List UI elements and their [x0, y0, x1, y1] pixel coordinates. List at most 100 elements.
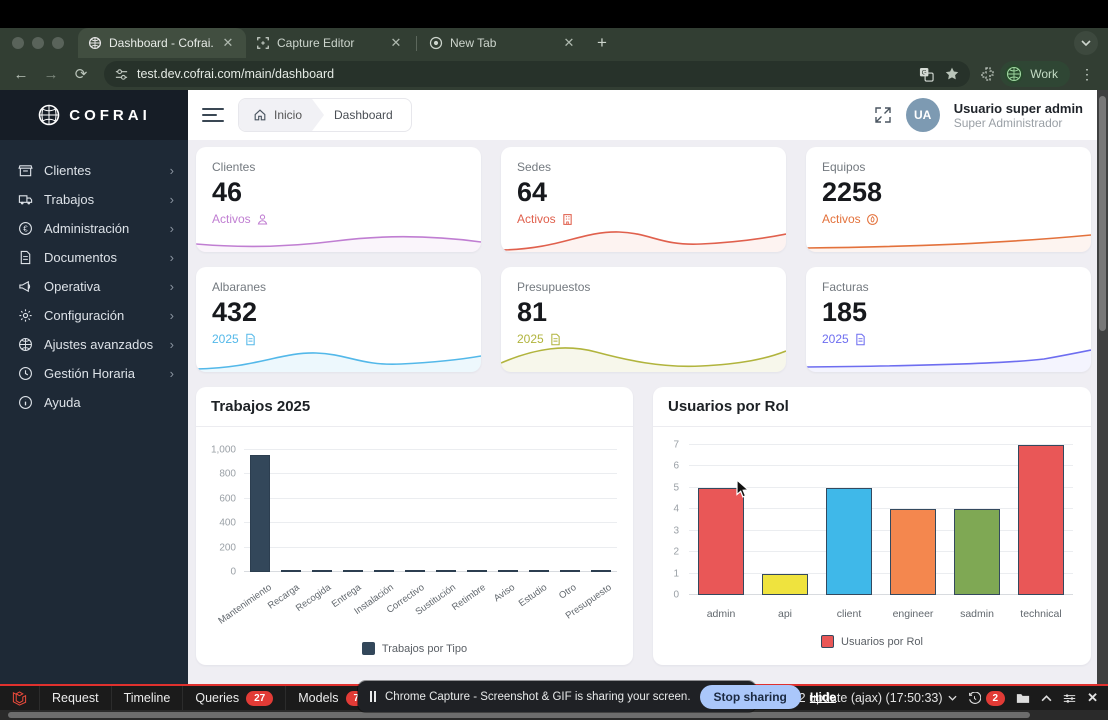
bar-client[interactable]	[826, 487, 872, 595]
extensions-icon[interactable]	[980, 66, 996, 82]
sidebar-item-trabajos[interactable]: Trabajos ›	[0, 185, 188, 214]
settings-sliders-icon[interactable]	[1063, 693, 1076, 704]
truck-icon	[18, 195, 33, 205]
sidebar-item-administracion[interactable]: € Administración ›	[0, 214, 188, 243]
gridline	[689, 444, 1073, 445]
breadcrumb: Inicio Dashboard	[238, 98, 412, 132]
breadcrumb-current: Dashboard	[324, 99, 411, 131]
sidebar-item-clientes[interactable]: Clientes ›	[0, 156, 188, 185]
avatar-initials: UA	[914, 108, 932, 122]
back-button[interactable]: ←	[8, 66, 34, 83]
bar-engineer[interactable]	[890, 509, 936, 595]
bar-Otro[interactable]	[560, 570, 581, 572]
profile-chip[interactable]: Work	[1000, 61, 1070, 87]
card-value: 185	[822, 297, 868, 327]
tab-capture-editor[interactable]: Capture Editor ✕	[246, 28, 414, 58]
sidebar-item-ayuda[interactable]: Ayuda	[0, 388, 188, 417]
tab-new-tab[interactable]: New Tab ✕	[419, 28, 587, 58]
card-albaranes[interactable]: Albaranes 432 2025	[196, 267, 481, 372]
address-bar[interactable]: test.dev.cofrai.com/main/dashboard G	[104, 61, 971, 87]
sidebar-item-documentos[interactable]: Documentos ›	[0, 243, 188, 272]
close-window-button[interactable]	[12, 37, 24, 49]
new-tab-button[interactable]: +	[587, 33, 617, 53]
breadcrumb-home[interactable]: Inicio	[239, 99, 324, 131]
x-axis: Mantenimiento Recarga Recogida Entrega Insta…	[216, 577, 617, 633]
bar-sadmin[interactable]	[954, 509, 1000, 595]
vertical-scrollbar-thumb[interactable]	[1099, 96, 1106, 331]
legend-label: Trabajos por Tipo	[381, 642, 468, 655]
debugbar-tab-timeline[interactable]: Timeline	[112, 686, 184, 710]
bar-Recogida[interactable]	[311, 570, 332, 572]
gridline	[689, 572, 1073, 574]
card-clientes[interactable]: Clientes 46 Activos	[196, 147, 481, 252]
bar-Aviso[interactable]	[498, 570, 519, 572]
tab-search-caret-button[interactable]	[1074, 31, 1098, 55]
chevron-right-icon: ›	[169, 163, 174, 178]
card-sedes[interactable]: Sedes 64 Activos	[501, 147, 786, 252]
bar-Correctivo[interactable]	[404, 570, 425, 572]
sidebar-item-configuracion[interactable]: Configuración ›	[0, 301, 188, 330]
url-text[interactable]: test.dev.cofrai.com/main/dashboard	[137, 67, 911, 81]
tab-close-icon[interactable]: ✕	[561, 35, 577, 51]
forward-button[interactable]: →	[38, 66, 64, 83]
debugbar-brand[interactable]	[0, 686, 40, 710]
gridline	[689, 551, 1073, 553]
sidebar-item-operativa[interactable]: Operativa ›	[0, 272, 188, 301]
bar-Instalación[interactable]	[373, 570, 394, 572]
window-controls[interactable]	[0, 37, 78, 49]
chevron-down-icon	[947, 695, 957, 701]
fullscreen-icon[interactable]	[874, 106, 892, 124]
sparkline	[501, 231, 786, 252]
card-value: 81	[517, 297, 548, 327]
vertical-scrollbar[interactable]	[1097, 90, 1108, 684]
y-tick-label: 1	[673, 568, 679, 580]
bar-Sustitución[interactable]	[436, 570, 457, 572]
translate-icon[interactable]: G	[919, 67, 934, 82]
sidebar-item-ajustes-avanzados[interactable]: Ajustes avanzados ›	[0, 330, 188, 359]
minimize-window-button[interactable]	[32, 37, 44, 49]
history-button[interactable]: 2	[968, 690, 1006, 706]
card-presupuestos[interactable]: Presupuestos 81 2025	[501, 267, 786, 372]
hide-share-bar-link[interactable]: Hide	[810, 690, 836, 704]
logo[interactable]: COFRAI	[0, 90, 188, 140]
user-avatar[interactable]: UA	[905, 98, 940, 132]
card-facturas[interactable]: Facturas 185 2025	[806, 267, 1091, 372]
tab-dashboard[interactable]: Dashboard - Cofrai.com Softw ✕	[78, 28, 246, 58]
bar-Mantenimiento[interactable]	[249, 454, 270, 572]
reload-button[interactable]: ⟳	[68, 65, 94, 83]
bar-Retimbre[interactable]	[467, 570, 488, 572]
tab-close-icon[interactable]: ✕	[388, 35, 404, 51]
bar-admin[interactable]	[698, 487, 744, 595]
gridline	[689, 508, 1073, 510]
maximize-window-button[interactable]	[52, 37, 64, 49]
cofrai-logo-icon	[38, 104, 60, 126]
sidebar-toggle-button[interactable]	[202, 104, 224, 126]
bar-Estudio[interactable]	[529, 570, 550, 572]
debugbar-close-icon[interactable]: ✕	[1087, 690, 1098, 706]
globe-icon	[19, 338, 32, 351]
bar-technical[interactable]	[1018, 445, 1064, 595]
bar-Presupuesto[interactable]	[591, 570, 612, 572]
chevron-up-icon[interactable]	[1041, 694, 1052, 702]
debugbar-tab-request[interactable]: Request	[40, 686, 112, 710]
card-title: Sedes	[517, 160, 552, 174]
y-axis: 0 1 2 3 4 5 6 7	[653, 440, 685, 601]
browser-menu-icon[interactable]: ⋮	[1074, 66, 1100, 83]
debugbar-tab-queries[interactable]: Queries 27	[183, 686, 287, 710]
bar-Entrega[interactable]	[342, 570, 363, 572]
site-settings-icon[interactable]	[114, 67, 129, 82]
horizontal-scrollbar-thumb[interactable]	[8, 712, 1030, 718]
stop-sharing-button[interactable]: Stop sharing	[699, 684, 801, 709]
sidebar-item-label: Trabajos	[44, 192, 95, 207]
bar-Recarga[interactable]	[280, 570, 301, 572]
tab-close-icon[interactable]: ✕	[220, 35, 236, 51]
sidebar-item-label: Documentos	[44, 250, 117, 265]
folder-icon[interactable]	[1016, 692, 1030, 704]
breadcrumb-current-label: Dashboard	[334, 108, 393, 122]
bar-api[interactable]	[762, 573, 808, 595]
tab-title: New Tab	[450, 36, 497, 50]
titlebar	[0, 0, 1108, 28]
bookmark-star-icon[interactable]	[944, 66, 960, 82]
card-equipos[interactable]: Equipos 2258 Activos	[806, 147, 1091, 252]
sidebar-item-gestion-horaria[interactable]: Gestión Horaria ›	[0, 359, 188, 388]
